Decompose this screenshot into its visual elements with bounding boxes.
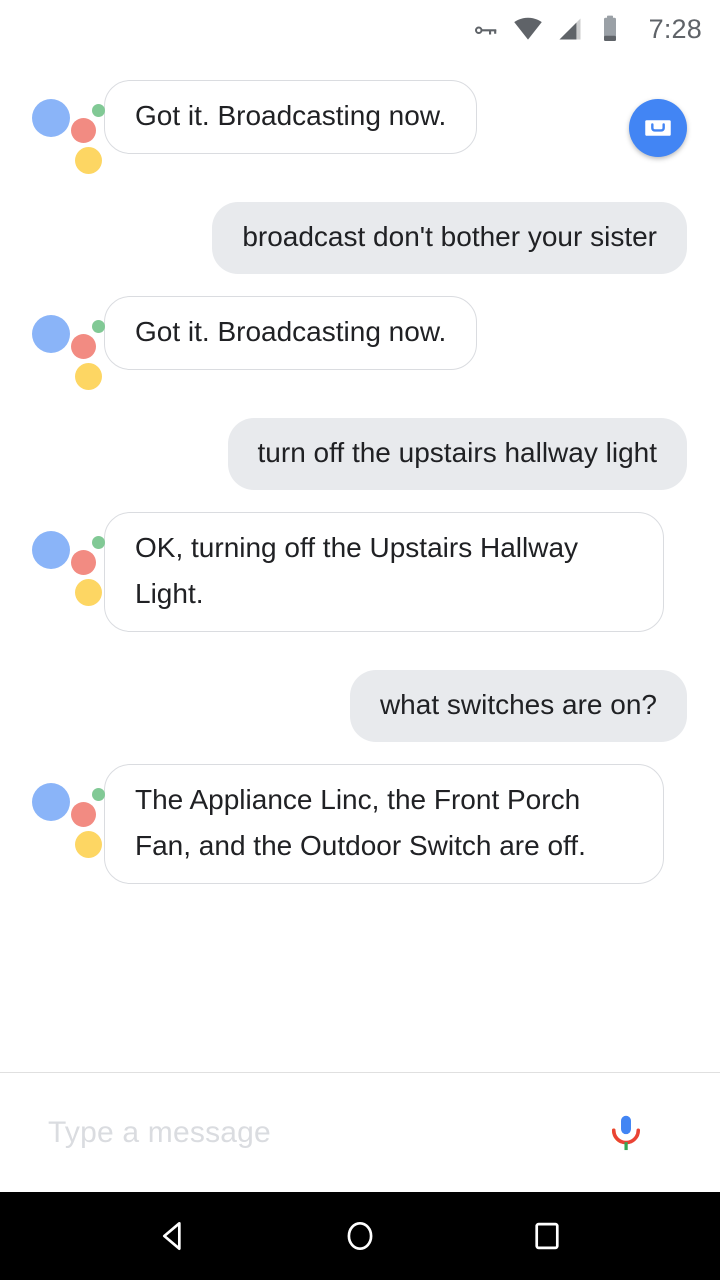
logo-dot-blue [32, 531, 70, 569]
nav-home-button[interactable] [315, 1192, 405, 1280]
logo-dot-yellow [75, 579, 102, 606]
cellular-signal-icon [556, 15, 584, 43]
message-row-assistant: The Appliance Linc, the Front Porch Fan,… [0, 764, 720, 884]
logo-dot-red [71, 118, 96, 143]
logo-dot-red [71, 334, 96, 359]
message-row-user: broadcast don't bother your sister [0, 202, 720, 274]
android-navigation-bar [0, 1192, 720, 1280]
wifi-icon [513, 14, 543, 44]
assistant-logo-icon [30, 92, 105, 174]
user-message-bubble[interactable]: what switches are on? [349, 670, 687, 742]
nav-back-button[interactable] [128, 1192, 218, 1280]
status-bar-clock: 7:28 [648, 13, 702, 44]
message-row-user: turn off the upstairs hallway light [0, 418, 720, 490]
logo-dot-yellow [75, 147, 102, 174]
assistant-message-bubble[interactable]: The Appliance Linc, the Front Porch Fan,… [104, 764, 664, 884]
status-bar-icons: 7:28 [470, 14, 702, 45]
message-row-assistant: Got it. Broadcasting now. [0, 80, 720, 174]
battery-icon [597, 14, 623, 44]
broadcast-button[interactable] [629, 99, 687, 157]
broadcast-icon [645, 120, 671, 136]
back-icon [163, 1221, 182, 1251]
message-row-assistant: OK, turning off the Upstairs Hallway Lig… [0, 512, 720, 632]
logo-dot-blue [32, 783, 70, 821]
assistant-message-bubble[interactable]: Got it. Broadcasting now. [104, 296, 478, 370]
status-bar: 7:28 [0, 0, 720, 58]
message-input[interactable] [48, 1115, 598, 1150]
logo-dot-green [92, 104, 105, 117]
google-microphone-icon [611, 1115, 641, 1150]
conversation-thread[interactable]: Got it. Broadcasting now. broadcast don'… [0, 58, 720, 1072]
logo-dot-blue [32, 315, 70, 353]
logo-dot-green [92, 536, 105, 549]
message-row-user: what switches are on? [0, 670, 720, 742]
logo-dot-yellow [75, 363, 102, 390]
logo-dot-blue [32, 99, 70, 137]
assistant-logo-icon [30, 776, 105, 858]
logo-dot-yellow [75, 831, 102, 858]
assistant-logo-icon [30, 524, 105, 606]
recents-icon [535, 1222, 559, 1250]
voice-input-button[interactable] [598, 1105, 654, 1161]
user-message-bubble[interactable]: broadcast don't bother your sister [212, 202, 687, 274]
nav-recents-button[interactable] [502, 1192, 592, 1280]
vpn-key-icon [470, 14, 500, 44]
message-input-bar [0, 1072, 720, 1192]
logo-dot-red [71, 550, 96, 575]
logo-dot-green [92, 788, 105, 801]
logo-dot-green [92, 320, 105, 333]
message-row-assistant: Got it. Broadcasting now. [0, 296, 720, 390]
logo-dot-red [71, 802, 96, 827]
assistant-message-bubble[interactable]: OK, turning off the Upstairs Hallway Lig… [104, 512, 664, 632]
assistant-logo-icon [30, 308, 105, 390]
assistant-message-bubble[interactable]: Got it. Broadcasting now. [104, 80, 478, 154]
user-message-bubble[interactable]: turn off the upstairs hallway light [227, 418, 687, 490]
home-icon [347, 1221, 373, 1251]
